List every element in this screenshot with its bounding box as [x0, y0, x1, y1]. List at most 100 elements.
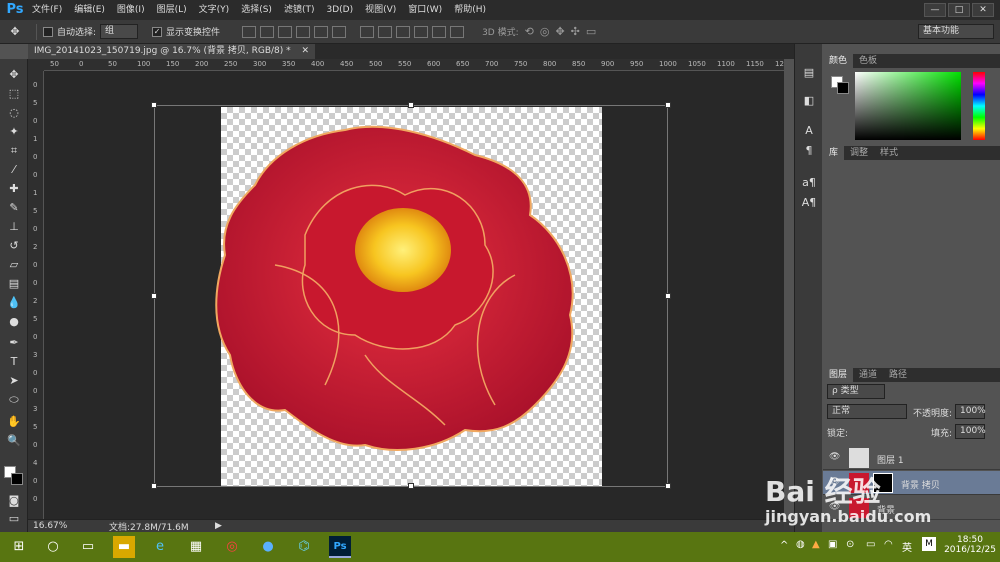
opacity-input[interactable]: 100%	[955, 404, 986, 419]
ime-mode-indicator[interactable]: M	[922, 537, 936, 551]
transform-handle-top[interactable]	[408, 102, 414, 108]
visibility-eye-icon[interactable]: 👁	[829, 452, 840, 462]
3d-pan-icon[interactable]: ✥	[555, 25, 564, 38]
ime-indicator[interactable]: 英	[902, 539, 912, 554]
quick-mask-icon[interactable]: ◙	[5, 493, 23, 509]
color-bg-swatch[interactable]	[837, 82, 849, 94]
move-tool-icon[interactable]: ✥	[0, 25, 30, 38]
tray-clock[interactable]: 18:50 2016/12/25	[944, 535, 996, 555]
move-tool-icon[interactable]: ✥	[5, 67, 23, 83]
lasso-tool-icon[interactable]: ◌	[5, 105, 23, 121]
align-left-icon[interactable]	[296, 25, 311, 38]
distribute-vcenter-icon[interactable]	[378, 25, 393, 38]
store-icon[interactable]: ▦	[185, 536, 207, 558]
zoom-tool-icon[interactable]: 🔍	[5, 433, 23, 449]
character-panel-icon[interactable]: A	[801, 124, 817, 138]
brush-tool-icon[interactable]: ✎	[5, 200, 23, 216]
layer-row[interactable]: 👁 图层 1	[823, 446, 1000, 470]
menu-filter[interactable]: 滤镜(T)	[278, 0, 321, 20]
edge-browser-icon[interactable]: e	[149, 536, 171, 558]
menu-edit[interactable]: 编辑(E)	[68, 0, 111, 20]
blend-mode-dropdown[interactable]: 正常	[827, 404, 907, 419]
transform-handle-top-left[interactable]	[151, 102, 157, 108]
distribute-top-icon[interactable]	[360, 25, 375, 38]
document-tab[interactable]: IMG_20141023_150719.jpg @ 16.7% (背景 拷贝, …	[28, 44, 316, 59]
magic-wand-tool-icon[interactable]: ✦	[5, 124, 23, 140]
battery-icon[interactable]: ▭	[866, 539, 875, 550]
properties-panel-icon[interactable]: ◧	[801, 94, 817, 108]
3d-roll-icon[interactable]: ◎	[540, 25, 550, 38]
distribute-right-icon[interactable]	[450, 25, 465, 38]
distribute-left-icon[interactable]	[414, 25, 429, 38]
distribute-bottom-icon[interactable]	[396, 25, 411, 38]
tab-adjustments[interactable]: 调整	[844, 146, 874, 160]
bird-app-icon[interactable]: ●	[257, 536, 279, 558]
auto-select-checkbox[interactable]	[43, 26, 53, 37]
minimize-button[interactable]: —	[924, 3, 946, 17]
tab-close-icon[interactable]: ✕	[302, 46, 310, 56]
align-right-icon[interactable]	[332, 25, 347, 38]
close-button[interactable]: ✕	[972, 3, 994, 17]
align-hcenter-icon[interactable]	[314, 25, 329, 38]
tab-layers[interactable]: 图层	[823, 368, 854, 382]
menu-select[interactable]: 选择(S)	[235, 0, 278, 20]
wifi-icon[interactable]: ◠	[884, 539, 893, 550]
network-app-icon[interactable]: ⌬	[293, 536, 315, 558]
menu-type[interactable]: 文字(Y)	[193, 0, 236, 20]
tab-swatches[interactable]: 色板	[853, 54, 883, 68]
transform-handle-right[interactable]	[665, 293, 671, 299]
3d-rotate-icon[interactable]: ⟲	[525, 25, 534, 38]
file-explorer-icon[interactable]: ▬	[113, 536, 135, 558]
align-vcenter-icon[interactable]	[260, 25, 275, 38]
hue-slider[interactable]	[973, 72, 985, 140]
background-color-swatch[interactable]	[11, 473, 23, 485]
screen-mode-icon[interactable]: ▭	[5, 511, 23, 527]
marquee-tool-icon[interactable]: ⬚	[5, 86, 23, 102]
tab-library[interactable]: 库	[823, 146, 845, 160]
transform-handle-bottom-left[interactable]	[151, 483, 157, 489]
para-styles-panel-icon[interactable]: A¶	[801, 196, 817, 210]
fill-input[interactable]: 100%	[955, 424, 986, 439]
menu-3d[interactable]: 3D(D)	[320, 0, 359, 20]
menu-help[interactable]: 帮助(H)	[448, 0, 492, 20]
gradient-tool-icon[interactable]: ▤	[5, 276, 23, 292]
menu-window[interactable]: 窗口(W)	[402, 0, 448, 20]
tab-paths[interactable]: 路径	[883, 368, 913, 382]
menu-image[interactable]: 图像(I)	[111, 0, 151, 20]
transform-handle-bottom-right[interactable]	[665, 483, 671, 489]
3d-slide-icon[interactable]: ✣	[571, 25, 580, 38]
blur-tool-icon[interactable]: 💧	[5, 295, 23, 311]
path-selection-tool-icon[interactable]: ➤	[5, 373, 23, 389]
tray-box-icon[interactable]: ▣	[828, 539, 837, 550]
transform-handle-left[interactable]	[151, 293, 157, 299]
menu-file[interactable]: 文件(F)	[26, 0, 68, 20]
dodge-tool-icon[interactable]: ●	[5, 314, 23, 330]
transform-bounding-box[interactable]	[154, 105, 668, 487]
transform-handle-top-right[interactable]	[665, 102, 671, 108]
eraser-tool-icon[interactable]: ▱	[5, 257, 23, 273]
paragraph-panel-icon[interactable]: ¶	[801, 144, 817, 158]
type-tool-icon[interactable]: T	[5, 354, 23, 370]
history-brush-tool-icon[interactable]: ↺	[5, 238, 23, 254]
tab-styles[interactable]: 样式	[874, 146, 904, 160]
distribute-hcenter-icon[interactable]	[432, 25, 447, 38]
show-hidden-icons-icon[interactable]: ^	[780, 540, 788, 551]
auto-select-dropdown[interactable]: 组	[100, 24, 139, 39]
tray-app-icon[interactable]: ▲	[812, 539, 820, 550]
photoshop-taskbar-icon[interactable]: Ps	[329, 536, 351, 558]
task-view-icon[interactable]: ▭	[77, 536, 99, 558]
3d-scale-icon[interactable]: ▭	[586, 25, 596, 38]
align-bottom-icon[interactable]	[278, 25, 293, 38]
start-windows-icon[interactable]: ⊞	[8, 536, 30, 558]
transform-handle-bottom[interactable]	[408, 483, 414, 489]
menu-layer[interactable]: 图层(L)	[151, 0, 193, 20]
workspace-dropdown[interactable]: 基本功能	[918, 24, 994, 39]
tab-color[interactable]: 颜色	[823, 54, 854, 68]
zoom-level[interactable]: 16.67%	[33, 521, 93, 531]
eyedropper-tool-icon[interactable]: ⁄	[5, 162, 23, 178]
pen-tool-icon[interactable]: ✒	[5, 335, 23, 351]
tab-channels[interactable]: 通道	[853, 368, 883, 382]
healing-brush-tool-icon[interactable]: ✚	[5, 181, 23, 197]
color-picker-field[interactable]	[855, 72, 961, 140]
tray-vpn-icon[interactable]: ⊙	[846, 539, 854, 550]
